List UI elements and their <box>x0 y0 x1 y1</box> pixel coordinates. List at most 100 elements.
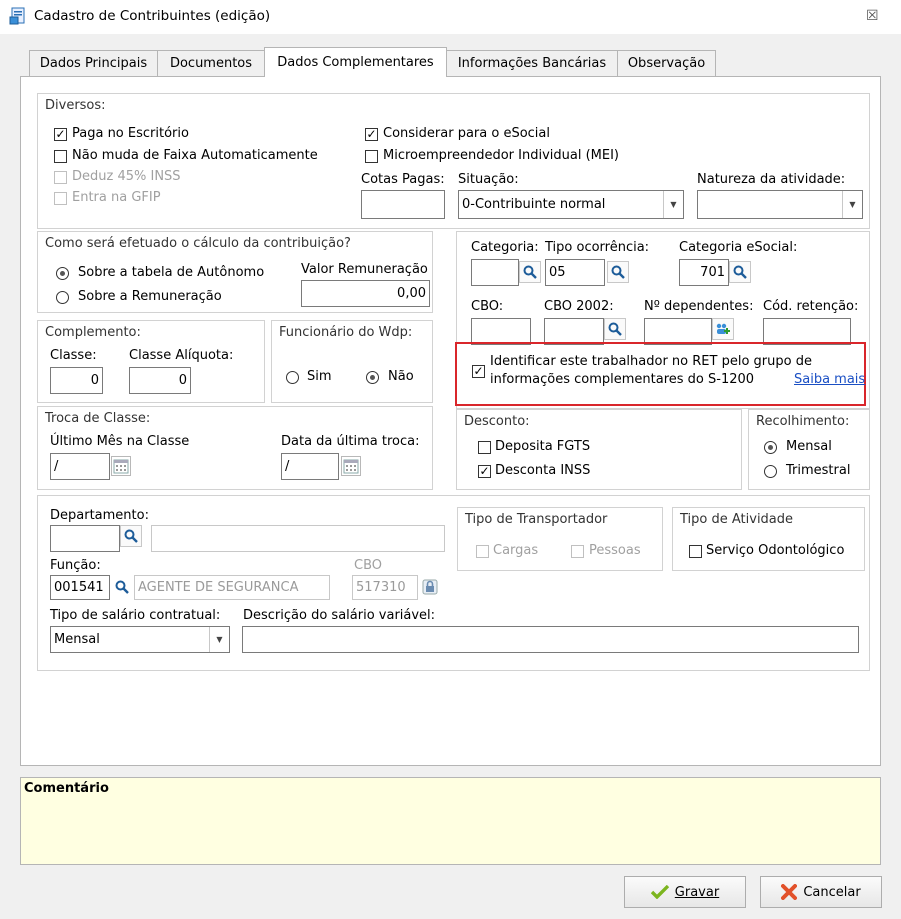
classe-aliquota-input[interactable]: 0 <box>129 367 191 394</box>
trimestral-radio[interactable] <box>764 465 777 478</box>
departamento-group: Departamento: Função: 001541 AGENTE DE S… <box>37 495 870 671</box>
search-icon[interactable] <box>729 261 751 283</box>
close-icon[interactable]: ☒ <box>866 8 879 24</box>
mensal-radio[interactable] <box>764 441 777 454</box>
gravar-button[interactable]: Gravar <box>624 876 746 908</box>
checkmark-icon <box>650 885 669 899</box>
sobre-remuneracao-radio[interactable] <box>56 291 69 304</box>
odonto-checkbox[interactable] <box>689 545 702 558</box>
recolhimento-group: Recolhimento: Mensal Trimestral <box>748 409 870 490</box>
nao-muda-faixa-checkbox[interactable] <box>54 150 67 163</box>
search-icon[interactable] <box>607 261 629 283</box>
atividade-group: Tipo de Atividade Serviço Odontológico <box>672 507 865 571</box>
cargas-checkbox[interactable] <box>476 545 489 558</box>
app-icon <box>9 7 25 25</box>
tipo-salario-select[interactable]: Mensal ▼ <box>50 626 230 653</box>
troca-title: Troca de Classe: <box>45 411 151 426</box>
tab-dados-principais[interactable]: Dados Principais <box>29 50 158 76</box>
lock-icon[interactable] <box>419 576 441 598</box>
categoria-input[interactable] <box>471 259 519 286</box>
natureza-select[interactable]: ▼ <box>697 190 863 219</box>
calendar-icon[interactable] <box>341 456 361 476</box>
sim-label: Sim <box>307 369 332 384</box>
comment-box[interactable]: Comentário <box>20 777 881 865</box>
cbo-input[interactable] <box>471 318 531 345</box>
considerar-esocial-label: Considerar para o eSocial <box>383 126 550 141</box>
classe-input[interactable]: 0 <box>50 367 103 394</box>
tab-observacao[interactable]: Observação <box>617 50 716 76</box>
cancel-x-icon <box>781 884 798 900</box>
search-icon[interactable] <box>519 261 541 283</box>
tab-informacoes-bancarias[interactable]: Informações Bancárias <box>446 50 618 76</box>
chevron-down-icon[interactable]: ▼ <box>209 627 229 652</box>
tipo-salario-value: Mensal <box>54 632 100 647</box>
ret-checkbox[interactable]: ✓ <box>472 365 485 378</box>
troca-classe-group: Troca de Classe: Último Mês na Classe / … <box>37 406 433 490</box>
deduz-inss-checkbox[interactable] <box>54 171 67 184</box>
paga-escritorio-checkbox[interactable]: ✓ <box>54 128 67 141</box>
sim-radio[interactable] <box>286 371 299 384</box>
categoria-label: Categoria: <box>471 240 539 255</box>
tab-panel: Diversos: ✓ Paga no Escritório Não muda … <box>20 76 881 766</box>
diversos-title: Diversos: <box>45 98 106 113</box>
tab-documentos[interactable]: Documentos <box>157 50 265 76</box>
classe-label: Classe: <box>50 348 97 363</box>
dependents-icon[interactable] <box>712 318 734 340</box>
departamento-input[interactable] <box>50 525 120 552</box>
data-troca-input[interactable]: / <box>281 453 339 480</box>
categoria-esocial-input[interactable]: 701 <box>679 259 729 286</box>
comment-label: Comentário <box>24 781 109 796</box>
tabela-autonomo-radio[interactable] <box>56 267 69 280</box>
desconto-group: Desconto: Deposita FGTS ✓ Desconta INSS <box>456 409 742 490</box>
dependentes-input[interactable] <box>644 318 712 345</box>
chevron-down-icon[interactable]: ▼ <box>663 191 683 218</box>
tab-dados-complementares[interactable]: Dados Complementares <box>264 47 447 77</box>
transportador-title: Tipo de Transportador <box>465 512 608 527</box>
valor-remuneracao-input[interactable]: 0,00 <box>301 280 430 307</box>
mei-checkbox[interactable] <box>365 150 378 163</box>
tipo-ocorrencia-input[interactable]: 05 <box>545 259 605 286</box>
saiba-mais-link[interactable]: Saiba mais <box>794 372 865 387</box>
nao-radio[interactable] <box>366 371 379 384</box>
paga-escritorio-label: Paga no Escritório <box>72 126 189 141</box>
pessoas-checkbox[interactable] <box>571 545 584 558</box>
sobre-remuneracao-label: Sobre a Remuneração <box>78 289 222 304</box>
search-icon[interactable] <box>120 525 142 547</box>
considerar-esocial-checkbox[interactable]: ✓ <box>365 128 378 141</box>
funcao-cbo-label: CBO <box>354 558 382 573</box>
cancelar-button[interactable]: Cancelar <box>760 876 882 908</box>
tipo-salario-label: Tipo de salário contratual: <box>50 608 221 623</box>
cbo2002-input[interactable] <box>544 318 604 345</box>
situacao-select[interactable]: 0-Contribuinte normal ▼ <box>458 190 684 219</box>
desconta-inss-checkbox[interactable]: ✓ <box>478 465 491 478</box>
calculo-title: Como será efetuado o cálculo da contribu… <box>45 236 351 251</box>
ret-highlight: ✓ Identificar este trabalhador no RET pe… <box>455 342 866 406</box>
calculo-group: Como será efetuado o cálculo da contribu… <box>37 231 433 313</box>
search-icon[interactable] <box>111 576 133 598</box>
title-bar: Cadastro de Contribuintes (edição) ☒ <box>0 0 901 34</box>
chevron-down-icon[interactable]: ▼ <box>842 191 862 218</box>
ultimo-mes-input[interactable]: / <box>50 453 110 480</box>
data-troca-label: Data da última troca: <box>281 434 420 449</box>
entra-gfip-checkbox[interactable] <box>54 192 67 205</box>
funcao-code-input[interactable]: 001541 <box>50 575 110 600</box>
classe-aliquota-label: Classe Alíquota: <box>129 348 234 363</box>
situacao-label: Situação: <box>458 172 519 187</box>
cotas-pagas-input[interactable] <box>361 190 445 219</box>
atividade-title: Tipo de Atividade <box>680 512 794 527</box>
nao-label: Não <box>388 369 414 384</box>
situacao-value: 0-Contribuinte normal <box>462 197 606 212</box>
deduz-inss-label: Deduz 45% INSS <box>72 169 181 184</box>
pessoas-label: Pessoas <box>589 543 641 558</box>
search-icon[interactable] <box>604 318 626 340</box>
funcao-cbo-input: 517310 <box>352 575 418 600</box>
desconta-inss-label: Desconta INSS <box>495 463 591 478</box>
descricao-salario-input[interactable] <box>242 626 859 653</box>
departamento-label: Departamento: <box>50 508 149 523</box>
calendar-icon[interactable] <box>111 456 131 476</box>
ultimo-mes-label: Último Mês na Classe <box>50 434 190 449</box>
nao-muda-faixa-label: Não muda de Faixa Automaticamente <box>72 148 318 163</box>
retencao-input[interactable] <box>763 318 851 345</box>
deposita-fgts-checkbox[interactable] <box>478 441 491 454</box>
diversos-group: Diversos: ✓ Paga no Escritório Não muda … <box>37 93 870 229</box>
